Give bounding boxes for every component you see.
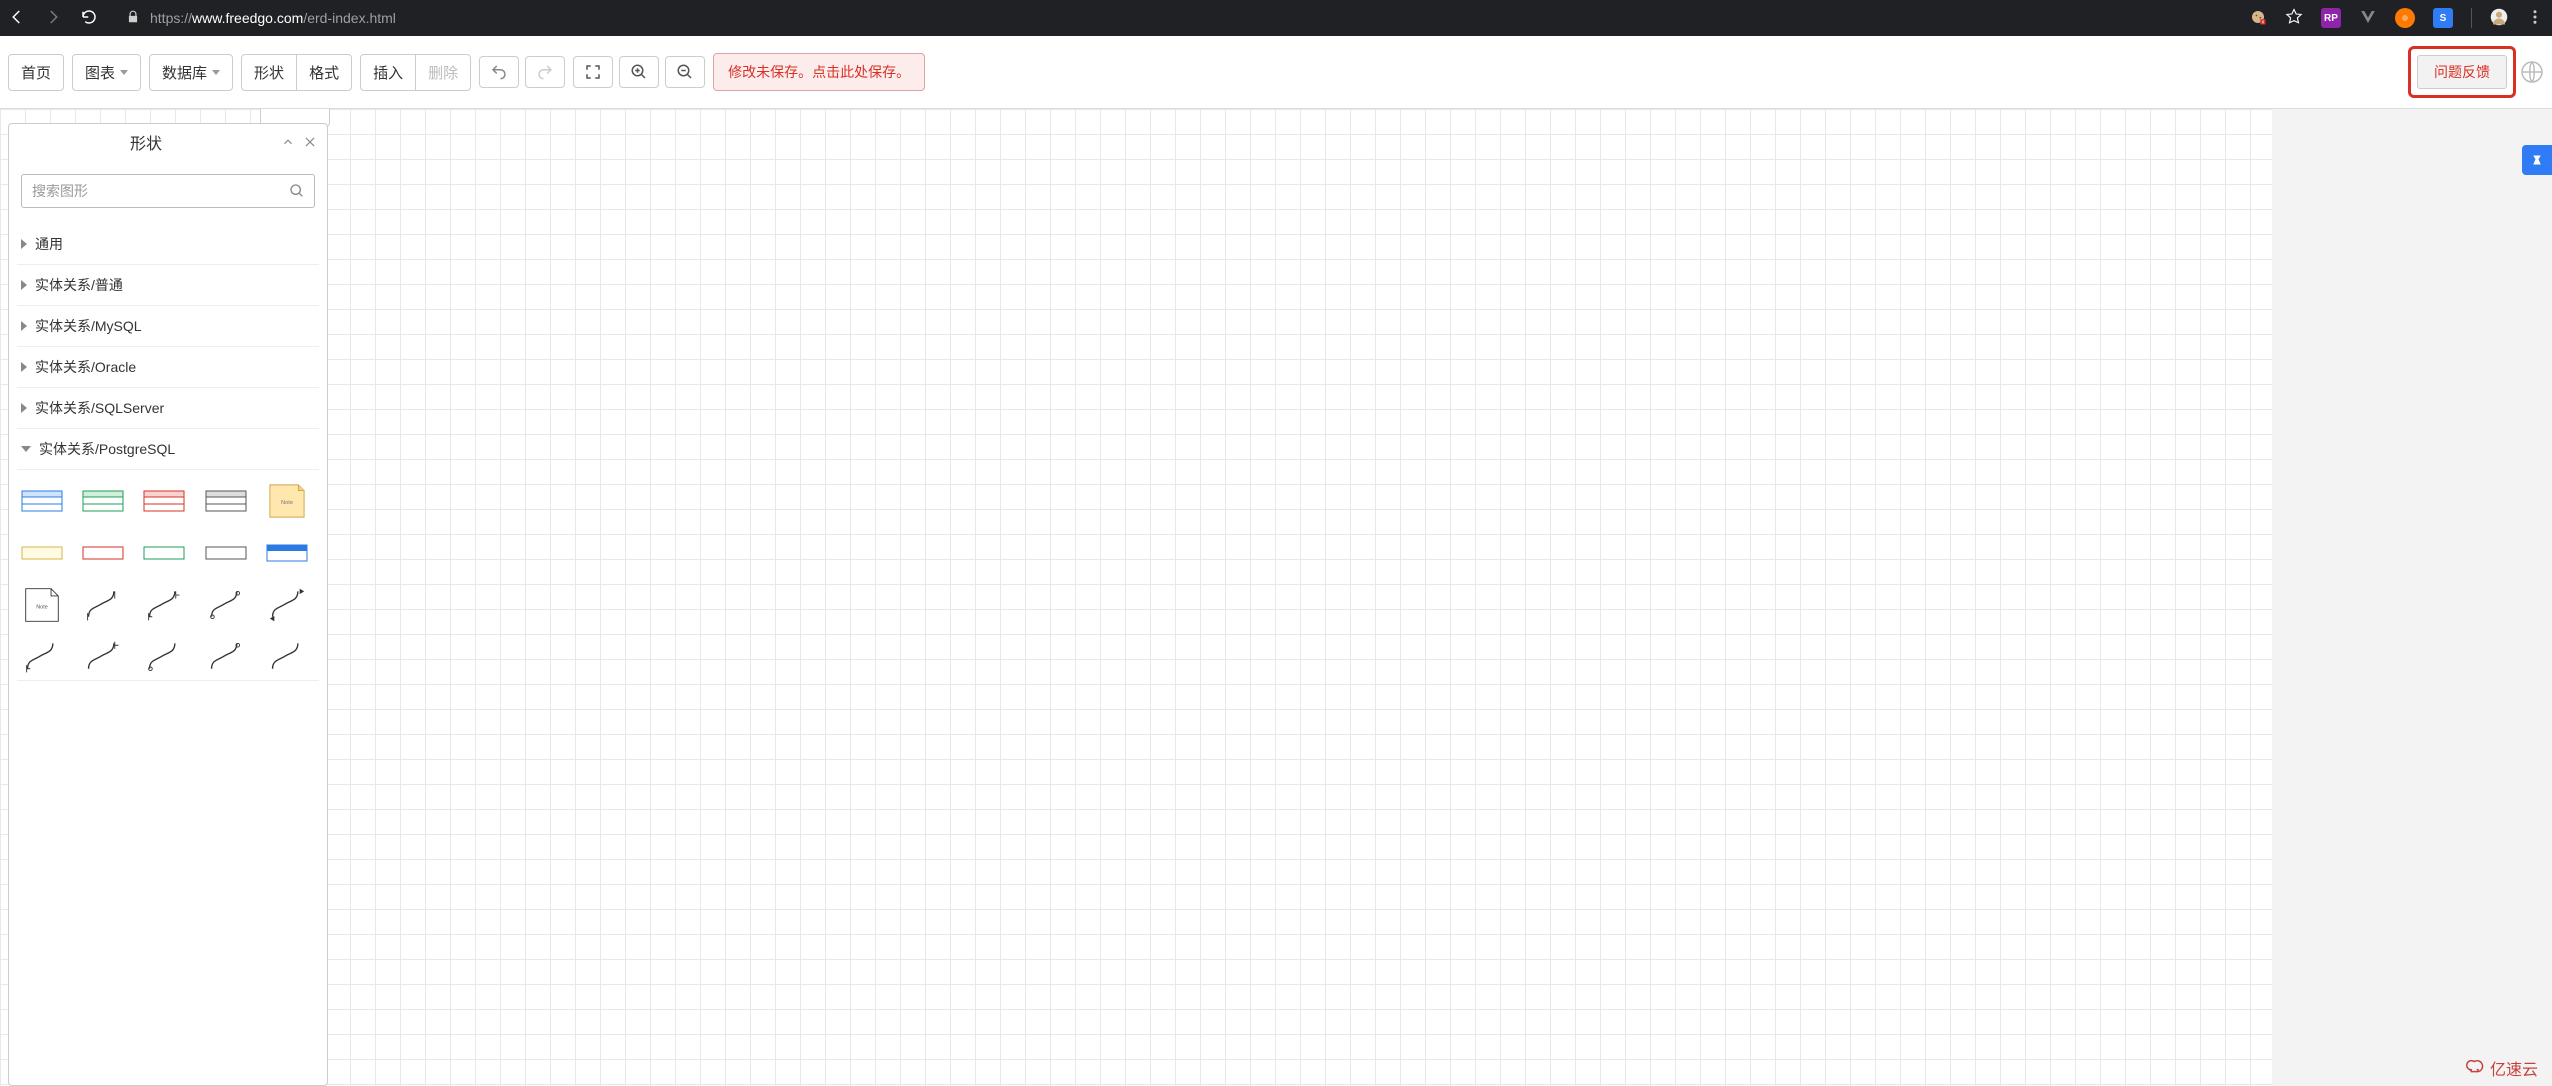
shape-connector-8[interactable] [205,638,247,676]
category-er-oracle[interactable]: 实体关系/Oracle [17,347,319,388]
feedback-highlight: 问题反馈 [2408,46,2516,98]
zoom-in-button[interactable] [619,56,659,88]
close-icon[interactable] [303,135,317,149]
category-er-general[interactable]: 实体关系/普通 [17,265,319,306]
shape-grid: Note Note [17,470,319,681]
profile-avatar[interactable] [2490,8,2508,29]
workspace: 形状 通用 实体关系/普通 实体关系/MySQL 实体关系/Oracle 实体关… [0,109,2552,1086]
zoom-out-button[interactable] [665,56,705,88]
shape-connector-9[interactable] [266,638,308,676]
shapes-panel: 形状 通用 实体关系/普通 实体关系/MySQL 实体关系/Oracle 实体关… [8,123,328,1086]
shape-connector-6[interactable] [82,638,124,676]
unsaved-banner[interactable]: 修改未保存。点击此处保存。 [713,53,925,91]
svg-text:Note: Note [281,500,293,506]
forward-button[interactable] [44,8,62,29]
chevron-right-icon [21,362,27,372]
undo-button[interactable] [479,56,519,88]
insert-button[interactable]: 插入 [361,55,415,90]
chevron-down-icon [120,70,128,75]
chevron-down-icon [21,446,31,452]
shape-connector-2[interactable] [143,586,185,624]
shape-connector-7[interactable] [143,638,185,676]
extension-rp-icon[interactable]: RP [2321,8,2341,28]
collapse-icon[interactable] [281,135,295,149]
shape-connector-3[interactable] [205,586,247,624]
shape-label-red[interactable] [82,534,124,572]
side-widget-button[interactable] [2522,145,2552,175]
chevron-right-icon [21,239,27,249]
address-bar[interactable]: https://www.freedgo.com/erd-index.html [126,10,396,27]
globe-icon[interactable] [2520,60,2544,84]
chevron-right-icon [21,403,27,413]
format-button[interactable]: 格式 [296,55,351,90]
chevron-down-icon [212,70,220,75]
shape-sticky-note[interactable]: Note [266,482,308,520]
fullscreen-button[interactable] [573,56,613,88]
lock-icon [126,10,140,27]
panel-title: 形状 [19,130,273,154]
redo-button[interactable] [525,56,565,88]
browser-menu-icon[interactable] [2526,8,2544,29]
divider [2471,8,2472,28]
delete-button[interactable]: 删除 [415,55,470,90]
app-toolbar: 首页 图表 数据库 形状 格式 插入 删除 修改未保存。点击此处保存。 问题反馈 [0,36,2552,109]
feedback-button[interactable]: 问题反馈 [2417,55,2507,89]
chevron-right-icon [21,321,27,331]
reload-button[interactable] [80,8,98,29]
shape-table-blue[interactable] [21,482,63,520]
shape-table-gray[interactable] [205,482,247,520]
extension-s-icon[interactable]: S [2433,8,2453,28]
shape-table-red[interactable] [143,482,185,520]
bookmark-star-icon[interactable] [2285,8,2303,29]
category-er-sqlserver[interactable]: 实体关系/SQLServer [17,388,319,429]
category-er-postgresql[interactable]: 实体关系/PostgreSQL [17,429,319,470]
shape-connector-1[interactable] [82,586,124,624]
url-text: https://www.freedgo.com/erd-index.html [150,10,396,26]
shape-label-bluehead[interactable] [266,534,308,572]
home-button[interactable]: 首页 [9,55,63,90]
chevron-right-icon [21,280,27,290]
shape-label-green[interactable] [143,534,185,572]
watermark: 亿速云 [2464,1056,2538,1080]
browser-bar: https://www.freedgo.com/erd-index.html x… [0,0,2552,36]
chart-dropdown[interactable]: 图表 [73,55,140,90]
extension-cookie-icon[interactable]: x [2249,8,2267,29]
extension-orange-icon[interactable] [2395,8,2415,28]
shape-label-yellow[interactable] [21,534,63,572]
svg-text:Note: Note [36,605,47,611]
svg-text:x: x [2262,19,2265,25]
category-er-mysql[interactable]: 实体关系/MySQL [17,306,319,347]
search-icon [289,183,305,199]
back-button[interactable] [8,8,26,29]
canvas-outside [2272,109,2552,1086]
shape-connector-5[interactable] [21,638,63,676]
shape-connector-4[interactable] [266,586,308,624]
extension-v-icon[interactable] [2359,8,2377,29]
canvas[interactable] [0,109,2552,1086]
search-input[interactable] [21,174,315,208]
category-general[interactable]: 通用 [17,224,319,265]
shape-table-green[interactable] [82,482,124,520]
shape-button[interactable]: 形状 [242,55,296,90]
database-dropdown[interactable]: 数据库 [150,55,232,90]
shape-label-gray[interactable] [205,534,247,572]
shape-plain-note[interactable]: Note [21,586,63,624]
